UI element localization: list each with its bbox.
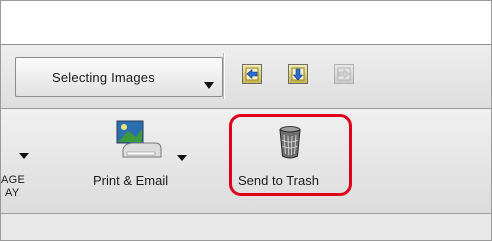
toolbar-separator — [223, 53, 224, 99]
print-email-label: Print & Email — [93, 173, 169, 188]
chevron-down-icon — [204, 82, 214, 89]
content-area-top — [1, 214, 491, 240]
send-to-trash-button[interactable]: Send to Trash — [229, 114, 352, 196]
app-window: Selecting Images AGE AY Print & Email Se… — [0, 0, 492, 241]
send-to-trash-label: Send to Trash — [238, 173, 319, 188]
arrow-left-icon — [245, 67, 259, 81]
print-icon — [116, 120, 162, 158]
print-email-button[interactable]: Print & Email — [85, 119, 205, 199]
image-display-label-line2: AY — [5, 187, 20, 199]
image-display-label-line1: AGE — [1, 174, 26, 186]
chevron-down-icon — [19, 153, 29, 159]
image-display-button[interactable]: AGE AY — [1, 141, 45, 211]
view-mode-dropdown-label: Selecting Images — [52, 70, 155, 85]
chevron-down-icon — [177, 155, 187, 161]
window-top-area — [1, 1, 491, 45]
previous-button[interactable] — [242, 64, 262, 84]
arrow-right-icon — [337, 67, 351, 81]
next-button[interactable] — [288, 64, 308, 84]
arrow-down-icon — [291, 67, 305, 81]
forward-button[interactable] — [334, 64, 354, 84]
view-mode-dropdown[interactable]: Selecting Images — [15, 57, 223, 97]
trash-icon — [279, 126, 301, 159]
